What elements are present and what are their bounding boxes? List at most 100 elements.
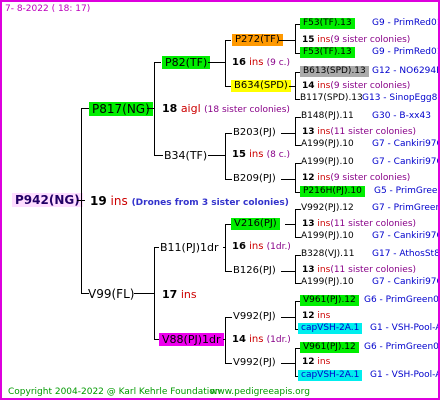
connector [285, 224, 296, 225]
connector [154, 62, 161, 63]
l4-line-6: G7 - Cankiri97Q [372, 139, 440, 149]
sire-info: 18 aigl (18 sister colonies) [162, 103, 290, 115]
l4-line-8: G5 - PrimGreen00 [374, 186, 438, 196]
l4-line-2: G9 - PrimRed01 [372, 47, 440, 57]
connector [281, 317, 296, 318]
l4-queen-1[interactable]: F53(TF).13 [300, 18, 355, 29]
l4-queen-11[interactable]: B328(VJ).11 [301, 250, 355, 259]
connector [295, 145, 301, 146]
l3-queen-4[interactable]: B209(PJ) [233, 174, 276, 184]
footer-copyright: Copyright 2004-2022 @ Karl Kehrle Founda… [8, 387, 221, 397]
l4-queen-2[interactable]: F53(TF).13 [300, 47, 355, 58]
root-note: (Drones from 3 sister colonies) [131, 198, 289, 208]
l4-line-14: G1 - VSH-Pool-AR [370, 323, 440, 333]
l2-queen-4[interactable]: V88(PJ)1dr [159, 333, 224, 346]
l3-queen-1[interactable]: P272(TF) [232, 34, 283, 46]
l3-info-8: 12 ins [302, 358, 330, 367]
l4-line-3: G12 - NO6294R [372, 66, 440, 76]
l3-queen-2[interactable]: B634(SPD) [231, 80, 291, 92]
l2-info-3: 16 ins (1dr.) [232, 242, 291, 252]
l3-queen-3[interactable]: B203(PJ) [233, 128, 276, 138]
l4-queen-5[interactable]: B148(PJ).11 [301, 112, 354, 121]
l3-queen-8[interactable]: V992(PJ) [233, 358, 276, 368]
connector [81, 108, 89, 109]
l4-queen-7[interactable]: A199(PJ).10 [301, 158, 354, 167]
pedigree-frame: 7- 8-2022 ( 18: 17) P942(NG) 19 ins (Dro… [0, 0, 440, 400]
connector [295, 255, 296, 284]
l2-note-1: (9 c.) [266, 58, 291, 68]
connector [225, 224, 231, 225]
l4-line-15: G6 - PrimGreen00 [364, 342, 440, 352]
connector [281, 363, 296, 364]
l3-ins-6: ins [317, 265, 331, 275]
l4-queen-16[interactable]: capVSH-2A.1 [298, 370, 363, 381]
l4-queen-9[interactable]: V992(PJ).12 [301, 204, 354, 213]
sire-year: 18 [162, 102, 178, 115]
connector [225, 224, 226, 272]
connector [225, 179, 232, 180]
l3-queen-7[interactable]: V992(PJ) [233, 312, 276, 322]
connector [225, 133, 232, 134]
root-ins: ins [110, 194, 128, 208]
l4-queen-4[interactable]: B117(SPD).13 [300, 94, 363, 103]
l3-ins-1: ins [317, 35, 331, 45]
l4-queen-6[interactable]: A199(PJ).10 [301, 140, 354, 149]
connector [295, 163, 301, 164]
l3-note-4: (9 sister colonies) [330, 173, 411, 183]
connector [289, 86, 296, 87]
dam-queen[interactable]: V99(FL) [88, 288, 134, 300]
l2-year-2: 15 [232, 149, 246, 160]
date-header: 7- 8-2022 ( 18: 17) [5, 4, 91, 14]
connector [279, 40, 296, 41]
l2-queen-2[interactable]: B34(TF) [164, 150, 207, 161]
connector [281, 133, 296, 134]
connector [225, 86, 231, 87]
l4-line-12: G7 - Cankiri97Q [372, 277, 440, 287]
connector [281, 271, 296, 272]
dam-info: 17 ins [162, 289, 197, 300]
connector [225, 317, 226, 364]
l4-queen-14[interactable]: capVSH-2A.1 [298, 323, 363, 334]
l2-ins-2: ins [249, 149, 264, 160]
l3-queen-5[interactable]: V216(PJ) [231, 218, 280, 230]
connector [295, 209, 301, 210]
connector [295, 24, 300, 25]
l3-note-3: (11 sister colonies) [330, 127, 417, 137]
l3-year-4: 12 [302, 173, 315, 183]
connector [295, 283, 301, 284]
l2-note-2: (8 c.) [266, 150, 291, 160]
l4-queen-15[interactable]: V961(PJ).12 [300, 342, 359, 353]
l2-note-4: (1dr.) [266, 335, 291, 345]
l2-queen-3[interactable]: B11(PJ)1dr [160, 242, 219, 253]
root-queen[interactable]: P942(NG) [12, 193, 83, 207]
l4-line-5: G30 - B-xx43 [372, 111, 431, 121]
l4-line-16: G1 - VSH-Pool-AR [370, 370, 440, 380]
l2-info-1: 16 ins (9 c.) [232, 58, 290, 68]
connector [295, 301, 300, 302]
footer-link[interactable]: www.pedigreeapis.org [210, 388, 310, 397]
l3-info-4: 12 ins(9 sister colonies) [302, 174, 410, 183]
connector [295, 237, 301, 238]
l4-line-9: G7 - PrimGreen00 [372, 203, 438, 213]
l2-queen-1[interactable]: P82(TF) [162, 56, 211, 69]
connector [154, 247, 159, 248]
l2-info-4: 14 ins (1dr.) [232, 335, 291, 345]
sire-queen[interactable]: P817(NG) [89, 102, 153, 116]
l3-note-6: (11 sister colonies) [330, 265, 417, 275]
connector [225, 271, 232, 272]
connector [81, 108, 82, 294]
connector [154, 155, 163, 156]
l4-queen-3[interactable]: B613(SPD).13 [300, 66, 369, 77]
l4-queen-12[interactable]: A199(PJ).10 [301, 278, 354, 287]
connector [295, 163, 296, 193]
l3-year-3: 13 [302, 127, 315, 137]
connector [225, 363, 232, 364]
l4-queen-8[interactable]: P216H(PJ).10 [300, 186, 365, 197]
dam-ins: ins [180, 288, 197, 301]
l3-info-6: 13 ins(11 sister colonies) [302, 266, 416, 275]
l3-info-7: 12 ins [302, 312, 330, 321]
l4-queen-13[interactable]: V961(PJ).12 [300, 295, 359, 306]
connector [208, 155, 226, 156]
l3-queen-6[interactable]: B126(PJ) [233, 266, 276, 276]
l4-queen-10[interactable]: A199(PJ).10 [301, 232, 354, 241]
